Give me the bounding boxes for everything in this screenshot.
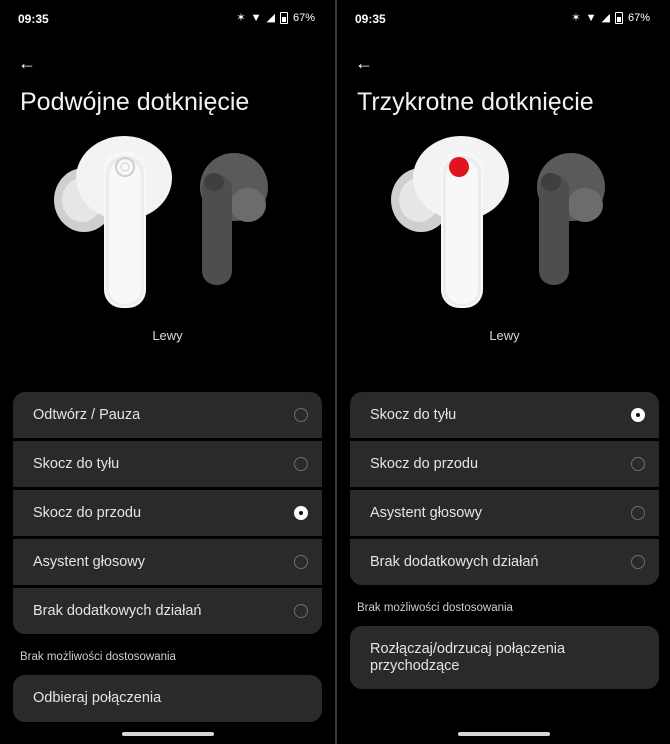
back-arrow-icon[interactable]: ← xyxy=(355,52,379,74)
battery-icon xyxy=(279,12,288,24)
battery-percent: 67% xyxy=(292,12,315,24)
radio-button[interactable] xyxy=(294,604,308,618)
radio-button[interactable] xyxy=(631,457,645,471)
earbuds-illustration xyxy=(391,136,605,308)
option-skip-forward[interactable]: Skocz do przodu xyxy=(13,490,322,536)
fixed-action-card: Odbieraj połączenia xyxy=(13,675,322,722)
signal-icon: ◢ xyxy=(266,12,275,24)
section-label: Brak możliwości dostosowania xyxy=(20,651,176,663)
back-arrow-icon[interactable]: ← xyxy=(18,52,42,74)
left-earbud-image xyxy=(54,136,172,308)
status-bar-icons: ✶ ▼ ◢ 67% xyxy=(571,12,650,24)
tap-action-options: Odtwórz / Pauza Skocz do tyłu Skocz do p… xyxy=(13,392,322,637)
fixed-action-label: Rozłączaj/odrzucaj połączenia przychodzą… xyxy=(370,640,566,674)
bluetooth-icon: ✶ xyxy=(571,12,581,24)
option-skip-forward[interactable]: Skocz do przodu xyxy=(350,441,659,487)
earbud-side-label: Lewy xyxy=(152,328,183,343)
home-indicator[interactable] xyxy=(457,732,550,736)
radio-button-selected[interactable] xyxy=(631,408,645,422)
fixed-action-label: Odbieraj połączenia xyxy=(33,690,162,706)
home-indicator[interactable] xyxy=(121,732,214,736)
option-label: Brak dodatkowych działań xyxy=(33,603,202,619)
status-bar-icons: ✶ ▼ ◢ 67% xyxy=(236,12,315,24)
battery-percent: 67% xyxy=(627,12,650,24)
option-label: Skocz do przodu xyxy=(33,505,142,521)
option-label: Skocz do tyłu xyxy=(370,407,457,423)
earbud-side-label: Lewy xyxy=(489,328,520,343)
fixed-action-card: Rozłączaj/odrzucaj połączenia przychodzą… xyxy=(350,626,659,689)
option-no-action[interactable]: Brak dodatkowych działań xyxy=(350,539,659,585)
option-label: Skocz do przodu xyxy=(370,456,479,472)
radio-button[interactable] xyxy=(631,555,645,569)
option-label: Asystent głosowy xyxy=(370,505,483,521)
right-earbud-image xyxy=(200,153,268,285)
page-title: Podwójne dotknięcie xyxy=(20,88,250,116)
radio-button[interactable] xyxy=(294,555,308,569)
page-title: Trzykrotne dotknięcie xyxy=(357,88,594,116)
wifi-icon: ▼ xyxy=(250,12,262,24)
option-skip-back[interactable]: Skocz do tyłu xyxy=(350,392,659,438)
left-earbud-image xyxy=(391,136,509,308)
option-play-pause[interactable]: Odtwórz / Pauza xyxy=(13,392,322,438)
status-time: 09:35 xyxy=(355,12,386,26)
option-voice-assistant[interactable]: Asystent głosowy xyxy=(350,490,659,536)
battery-icon xyxy=(614,12,623,24)
right-earbud-image xyxy=(537,153,605,285)
radio-button[interactable] xyxy=(294,457,308,471)
wifi-icon: ▼ xyxy=(585,12,597,24)
bluetooth-icon: ✶ xyxy=(236,12,246,24)
option-voice-assistant[interactable]: Asystent głosowy xyxy=(13,539,322,585)
option-label: Odtwórz / Pauza xyxy=(33,407,141,423)
option-no-action[interactable]: Brak dodatkowych działań xyxy=(13,588,322,634)
screenshot: 09:35 ✶ ▼ ◢ 67% ← Podwójne dotknięcie Le… xyxy=(0,0,670,744)
status-time: 09:35 xyxy=(18,12,49,26)
option-skip-back[interactable]: Skocz do tyłu xyxy=(13,441,322,487)
signal-icon: ◢ xyxy=(601,12,610,24)
tap-action-options: Skocz do tyłu Skocz do przodu Asystent g… xyxy=(350,392,659,588)
touch-point-highlight-icon xyxy=(449,157,469,177)
earbuds-illustration xyxy=(54,136,268,308)
option-label: Asystent głosowy xyxy=(33,554,146,570)
right-screen: 09:35 ✶ ▼ ◢ 67% ← Trzykrotne dotknięcie xyxy=(337,0,670,744)
radio-button[interactable] xyxy=(294,408,308,422)
radio-button[interactable] xyxy=(631,506,645,520)
option-label: Brak dodatkowych działań xyxy=(370,554,539,570)
left-screen: 09:35 ✶ ▼ ◢ 67% ← Podwójne dotknięcie Le… xyxy=(0,0,335,744)
section-label: Brak możliwości dostosowania xyxy=(357,602,513,614)
option-label: Skocz do tyłu xyxy=(33,456,120,472)
radio-button-selected[interactable] xyxy=(294,506,308,520)
